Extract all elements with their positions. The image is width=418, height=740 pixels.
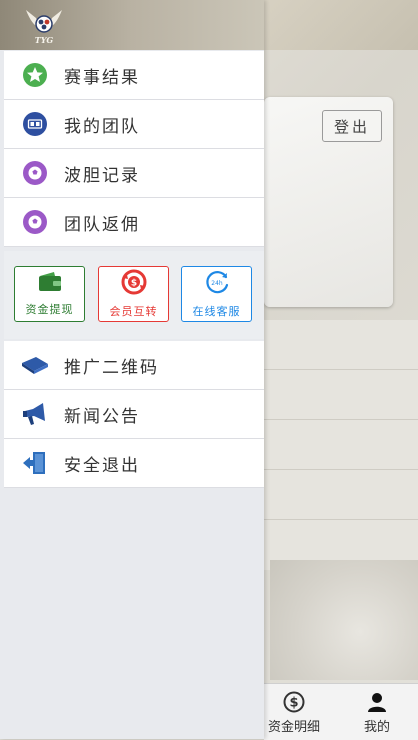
soccer-ball-icon xyxy=(20,207,50,237)
menu-item-match-results[interactable]: 赛事结果 xyxy=(4,51,264,100)
drawer-menu-top: 赛事结果 我的团队 波胆记录 团队返佣 xyxy=(4,51,264,247)
user-icon xyxy=(366,690,388,714)
wallet-icon xyxy=(37,271,63,297)
list-divider xyxy=(264,419,418,420)
svg-text:$: $ xyxy=(130,279,136,289)
dollar-circle-icon: $ xyxy=(283,690,305,714)
menu-label: 波胆记录 xyxy=(64,165,140,186)
nav-fund-details[interactable]: $ 资金明细 xyxy=(264,684,324,740)
svg-text:24h: 24h xyxy=(211,280,223,287)
nav-label: 我的 xyxy=(363,719,390,735)
list-divider xyxy=(264,519,418,520)
menu-label: 团队返佣 xyxy=(64,214,140,235)
menu-item-score-records[interactable]: 波胆记录 xyxy=(4,149,264,198)
megaphone-icon xyxy=(20,399,50,429)
list-divider xyxy=(264,469,418,470)
menu-item-my-team[interactable]: 我的团队 xyxy=(4,100,264,149)
side-drawer: TYG 赛事结果 我的团队 波胆记录 团队返佣 资金提现 $ 会员互转 24h … xyxy=(0,0,264,739)
menu-item-news[interactable]: 新闻公告 xyxy=(4,390,264,439)
menu-item-logout[interactable]: 安全退出 xyxy=(4,439,264,488)
withdraw-button[interactable]: 资金提现 xyxy=(14,266,85,322)
background-header xyxy=(264,0,418,50)
menu-label: 推广二维码 xyxy=(64,357,159,378)
nav-label: 资金明细 xyxy=(267,719,320,735)
card-icon xyxy=(20,350,50,380)
quick-label: 资金提现 xyxy=(25,303,74,316)
quick-label: 在线客服 xyxy=(192,305,241,318)
exit-door-icon xyxy=(20,448,50,478)
transfer-icon: $ xyxy=(121,269,147,299)
list-divider xyxy=(264,369,418,370)
menu-label: 赛事结果 xyxy=(64,67,140,88)
customer-service-icon: 24h xyxy=(204,269,230,299)
menu-item-promo-qrcode[interactable]: 推广二维码 xyxy=(4,341,264,390)
background-list xyxy=(264,320,418,570)
star-icon xyxy=(20,60,50,90)
nav-me[interactable]: 我的 xyxy=(352,684,402,740)
online-service-button[interactable]: 24h 在线客服 xyxy=(181,266,252,322)
menu-item-team-rebate[interactable]: 团队返佣 xyxy=(4,198,264,247)
member-transfer-button[interactable]: $ 会员互转 xyxy=(98,266,169,322)
menu-label: 安全退出 xyxy=(64,455,140,476)
drawer-menu-bottom: 推广二维码 新闻公告 安全退出 xyxy=(4,341,264,488)
soccer-ball-icon xyxy=(20,158,50,188)
quick-actions: 资金提现 $ 会员互转 24h 在线客服 xyxy=(4,251,264,339)
drawer-header: TYG xyxy=(0,0,264,50)
quick-label: 会员互转 xyxy=(109,305,158,318)
soccer-ball-background xyxy=(270,560,418,680)
team-icon xyxy=(20,109,50,139)
logout-button[interactable]: 登出 xyxy=(322,110,382,142)
bottom-nav: $ 资金明细 我的 xyxy=(264,683,418,740)
menu-label: 新闻公告 xyxy=(64,406,140,427)
menu-label: 我的团队 xyxy=(64,116,140,137)
logo-text: TYG xyxy=(35,35,54,45)
svg-text:$: $ xyxy=(289,695,298,710)
tyg-logo: TYG xyxy=(22,6,66,46)
